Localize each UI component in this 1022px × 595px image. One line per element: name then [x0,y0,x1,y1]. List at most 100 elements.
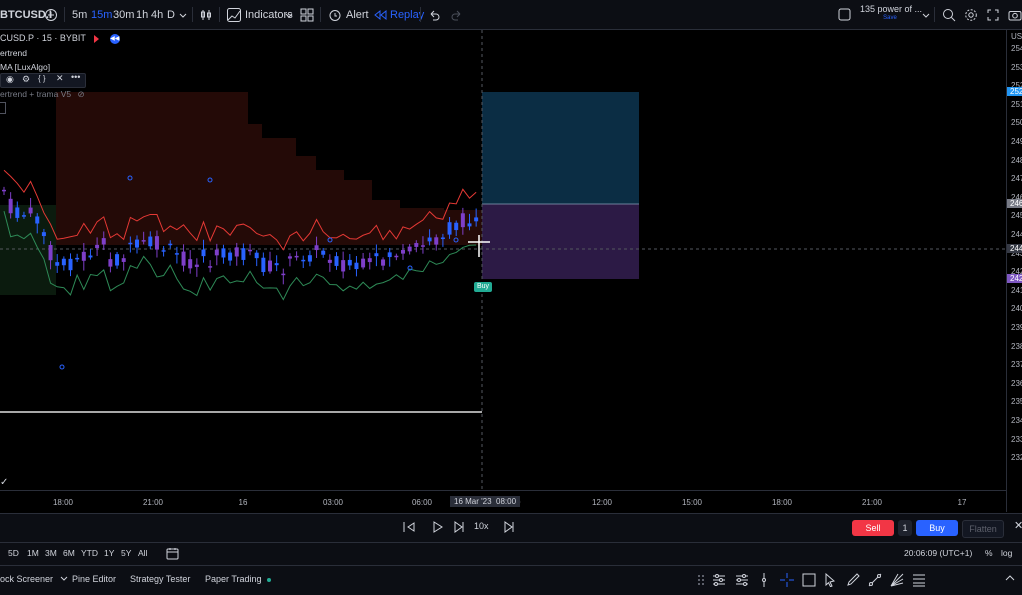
source-code-icon[interactable]: { } [38,74,46,83]
dots-handle-icon[interactable] [696,573,706,590]
interval-d[interactable]: D [167,0,175,29]
redo-button[interactable] [451,0,463,29]
price-chart[interactable] [0,30,1006,489]
layout-dropdown[interactable] [922,0,930,29]
vertical-line-icon[interactable] [759,573,769,590]
flag-icon[interactable] [94,34,100,43]
range-3m[interactable]: 3M [45,548,57,558]
target-zone[interactable] [482,92,639,204]
candle-body [294,255,299,258]
step-forward-icon [454,521,464,533]
indicator-legend-2[interactable]: MA [LuxAlgo] [0,62,50,72]
candle-body [168,243,173,246]
price-scale[interactable]: USD 254253252251250249248247246245244243… [1006,30,1022,512]
crosshair-date: 16 Mar '23 [454,497,492,506]
range-6m[interactable]: 6M [63,548,75,558]
candle-body [321,250,326,255]
replay-button[interactable]: Replay [373,0,424,29]
compare-symbol-button[interactable] [44,0,58,29]
more-icon[interactable]: ••• [71,72,80,82]
interval-1h[interactable]: 1h [136,0,148,29]
eye-off-icon[interactable]: ⊘ [77,89,84,99]
search-button[interactable] [942,0,956,29]
settings-button[interactable] [964,0,978,29]
tab-paper-trading[interactable]: Paper Trading [205,574,272,584]
buy-button[interactable]: Buy [916,520,958,536]
goto-date-button[interactable] [166,547,179,563]
crosshair-icon[interactable] [780,573,794,590]
play-button[interactable] [430,520,444,537]
indicators-button[interactable]: Indicators [227,0,293,29]
price-tick: 254 [1011,44,1022,53]
range-all[interactable]: All [138,548,147,558]
collapse-legend-button[interactable] [0,102,6,114]
brush-icon[interactable] [846,573,860,590]
clock-timezone[interactable]: 20:06:09 (UTC+1) [904,548,972,558]
sell-button[interactable]: Sell [852,520,894,536]
stop-zone[interactable] [482,204,639,279]
object-tree-icon[interactable] [712,573,726,590]
select-bar-button[interactable] [402,520,416,537]
replay-mode-icon[interactable]: ◀◀ [109,33,120,44]
candle-body [128,242,133,245]
rectangle-icon[interactable] [802,573,816,590]
tab-pine-editor[interactable]: Pine Editor [72,574,116,584]
snapshot-button[interactable] [1008,0,1022,29]
sliders-icon[interactable] [735,573,749,590]
candles-icon [201,9,211,20]
fullscreen-button[interactable] [987,0,999,29]
indicator-templates-dropdown[interactable] [285,0,293,29]
range-5y[interactable]: 5Y [121,548,131,558]
candle-body [354,262,359,270]
alert-button[interactable]: Alert [328,0,369,29]
replay-speed-button[interactable]: 10x [474,521,489,531]
layout-checkbox[interactable] [838,0,851,29]
candle-body [214,249,219,256]
log-scale-toggle[interactable]: log [1001,548,1012,558]
status-dot-icon [267,577,272,582]
eye-icon[interactable]: ◉ [6,74,14,85]
symbol-legend[interactable]: CUSD.P · 15 · BYBIT ◀◀ [0,33,120,44]
interval-15m[interactable]: 15m [91,0,112,29]
gann-fan-icon[interactable] [890,573,904,590]
chart-pane[interactable]: CUSD.P · 15 · BYBIT ◀◀ ertrend MA [LuxAl… [0,30,1006,489]
range-ytd[interactable]: YTD [81,548,98,558]
interval-4h[interactable]: 4h [151,0,163,29]
chevron-down-icon [285,13,293,18]
candle-body [440,237,445,240]
tab-stock-screener[interactable]: ock Screener [0,574,68,584]
fib-retracement-icon[interactable] [912,573,926,590]
plus-circle-icon [45,8,57,21]
price-tick: 235 [1011,397,1022,407]
close-icon[interactable]: ✕ [1014,519,1022,532]
range-1y[interactable]: 1Y [104,548,114,558]
candle-body [281,273,286,276]
tab-strategy-tester[interactable]: Strategy Tester [130,574,190,584]
indicator-legend-3[interactable]: ertrend + trama V5 ⊘ [0,89,85,100]
cursor-arrow-icon[interactable] [824,572,836,590]
range-5d[interactable]: 5D [8,548,19,558]
layout-save-status: Save [883,15,897,21]
crosshair-time-badge: 16 Mar '23 08:00 [450,496,521,507]
gear-icon[interactable]: ⚙ [22,74,30,85]
flatten-button[interactable]: Flatten [962,520,1004,538]
chart-type-button[interactable] [199,0,213,29]
logo-icon: ✓ [0,477,9,488]
interval-dropdown[interactable] [179,0,187,29]
undo-button[interactable] [428,0,440,29]
trend-line-icon[interactable] [868,573,882,590]
chevron-up-icon[interactable] [1004,572,1016,587]
price-tick: 233 [1011,434,1022,444]
percent-scale-toggle[interactable]: % [985,548,993,558]
indicator-legend-1[interactable]: ertrend [0,48,27,58]
layouts-button[interactable] [300,0,314,29]
quantity-input[interactable]: 1 [898,520,912,536]
layout-name-button[interactable]: 135 power of ... Save [860,4,922,26]
close-icon[interactable]: ✕ [56,73,64,84]
interval-5m[interactable]: 5m [72,0,87,29]
interval-30m[interactable]: 30m [113,0,134,29]
jump-to-realtime-button[interactable] [502,520,516,537]
range-1m[interactable]: 1M [27,548,39,558]
step-forward-button[interactable] [452,520,466,537]
time-axis[interactable]: 18:00 21:00 16 03:00 06:00 00 12:00 15:0… [0,490,1006,513]
